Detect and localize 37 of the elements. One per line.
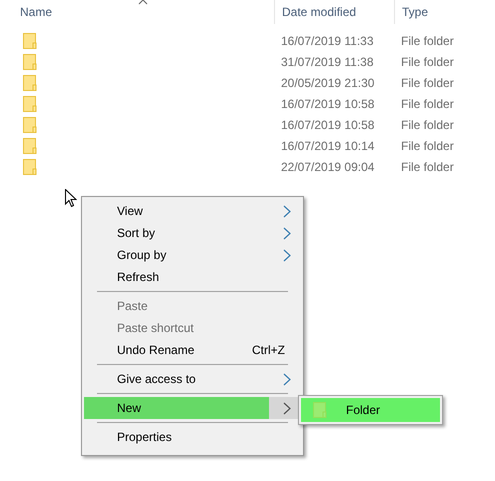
type-cell: File folder [401,138,454,152]
submenu-item[interactable]: Folder [301,398,440,422]
date-cell: 31/07/2019 11:38 [281,54,374,68]
menu-item[interactable]: New [84,397,301,419]
type-cell: File folder [401,54,454,68]
type-cell: File folder [401,34,454,48]
column-header[interactable]: Date modified [282,3,356,21]
type-cell: File folder [401,118,454,132]
type-cell: File folder [401,96,454,110]
date-cell: 20/05/2019 21:30 [281,76,374,90]
date-cell: 16/07/2019 10:58 [281,118,374,132]
folder-icon [23,74,37,90]
menu-item[interactable]: Give access to [84,368,301,390]
column-header[interactable]: Name [20,3,52,21]
date-cell: 16/07/2019 10:58 [281,96,374,110]
folder-icon [23,138,37,154]
mouse-pointer-icon [65,189,77,208]
menu-item[interactable]: Refresh [84,266,301,288]
date-cell: 16/07/2019 11:33 [281,34,374,48]
sort-caret-icon [138,0,148,5]
folder-icon [23,54,37,70]
date-cell: 16/07/2019 10:14 [281,138,374,152]
type-cell: File folder [401,76,454,90]
menu-item[interactable]: View [84,200,301,222]
menu-item[interactable]: Undo Rename Ctrl+Z [84,339,301,361]
menu-item[interactable]: Group by [84,244,301,266]
folder-icon [23,96,37,112]
menu-item[interactable]: Properties [84,426,301,448]
folder-icon [23,158,37,174]
column-header[interactable]: Type [402,3,428,21]
folder-icon [23,116,37,132]
menu-item[interactable]: Sort by [84,222,301,244]
type-cell: File folder [401,160,454,174]
folder-icon [313,402,327,418]
date-cell: 22/07/2019 09:04 [281,160,374,174]
shortcut-text: Ctrl+Z [252,342,286,359]
folder-icon [23,32,37,48]
